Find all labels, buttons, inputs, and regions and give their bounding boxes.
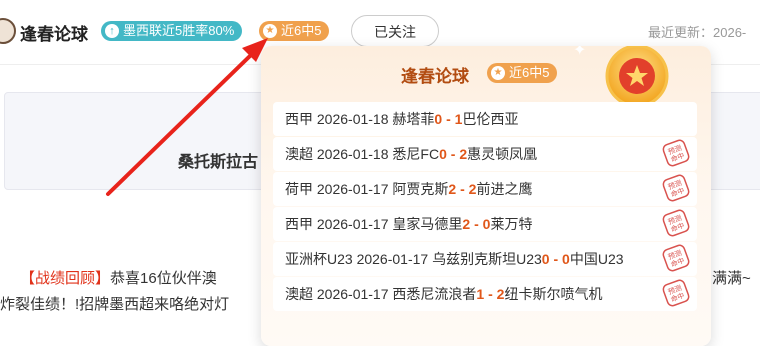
match-league: 亚洲杯U23	[285, 251, 353, 267]
recap-text-1: 恭喜16位伙伴澳	[110, 270, 217, 287]
avatar[interactable]	[0, 18, 16, 44]
match-home-team: 悉尼FC	[392, 146, 440, 162]
arrow-up-icon: ↑	[105, 24, 119, 38]
hit-stamp-icon: 预测命中	[662, 244, 690, 272]
match-home-score: 0	[541, 251, 550, 267]
match-away-team: 惠灵顿凤凰	[467, 146, 538, 162]
match-score-sep: -	[470, 216, 483, 232]
win-rate-text: 墨西联近5胜率80%	[123, 23, 235, 38]
recap-line-2: 炸裂佳绩！!招牌墨西超来咯绝对灯	[0, 296, 230, 313]
match-away-team: 中国U23	[569, 251, 624, 267]
hit-stamp-icon: 预测命中	[662, 279, 690, 307]
match-home-team: 赫塔菲	[392, 111, 435, 127]
match-row[interactable]: 澳超 2026-01-17 西悉尼流浪者1 - 2纽卡斯尔喷气机 预测 命中	[273, 277, 697, 311]
recent-record-text: 近6中5	[281, 23, 322, 38]
match-league: 西甲	[285, 111, 313, 127]
match-row[interactable]: 亚洲杯U23 2026-01-17 乌兹别克斯坦U230 - 0中国U23 预测命…	[273, 242, 697, 276]
popup-title: 逢春论球	[401, 67, 469, 86]
recap-line-1: 【战绩回顾】恭喜16位伙伴澳	[20, 266, 217, 291]
match-away-team: 巴伦西亚	[462, 111, 519, 127]
hit-stamp-icon: 预测命中	[662, 139, 690, 167]
recent-record-badge[interactable]: ★ 近6中5	[259, 21, 330, 41]
recap-label: 【战绩回顾】	[20, 270, 111, 287]
popup-recent-badge: ★ 近6中5	[487, 63, 558, 83]
match-row[interactable]: 荷甲 2026-01-17 阿贾克斯2 - 2前进之鹰 预测 命中	[273, 172, 697, 206]
match-away-team: 前进之鹰	[476, 181, 533, 197]
match-score-sep: -	[446, 146, 460, 162]
match-home-team: 皇家马德里	[392, 216, 463, 232]
match-league: 澳超	[285, 146, 313, 162]
last-update: 最近更新：2026-	[648, 25, 747, 40]
match-score-sep: -	[484, 286, 497, 302]
match-league: 澳超	[285, 286, 313, 302]
match-row[interactable]: 西甲 2026-01-17 皇家马德里2 - 0莱万特 预测 命中	[273, 207, 697, 241]
win-rate-badge: ↑ 墨西联近5胜率80%	[101, 21, 243, 41]
match-row[interactable]: 西甲 2026-01-18 赫塔菲0 - 1巴伦西亚	[273, 102, 697, 136]
match-league: 西甲	[285, 216, 313, 232]
follow-button[interactable]: 已关注	[351, 15, 439, 47]
article-title[interactable]: 桑托斯拉古	[178, 148, 258, 172]
match-score-sep: -	[442, 111, 455, 127]
author-name[interactable]: 逢春论球	[20, 20, 88, 45]
star-icon: ★	[491, 66, 505, 80]
match-row[interactable]: 澳超 2026-01-18 悉尼FC0 - 2惠灵顿凤凰 预测 命中	[273, 137, 697, 171]
match-home-score: 0	[439, 146, 447, 162]
hit-stamp-icon: 预测命中	[662, 174, 690, 202]
match-score-sep: -	[549, 251, 563, 267]
match-date: 2026-01-17	[316, 181, 389, 197]
match-score-sep: -	[456, 181, 469, 197]
star-icon: ★	[263, 24, 277, 38]
match-date: 2026-01-17	[316, 216, 389, 232]
record-popup: 逢春论球 ★ 近6中5 ✦ ✦ 西甲 2026-01-18 赫塔菲0 - 1巴伦…	[261, 46, 711, 346]
medal-icon	[605, 46, 669, 108]
sparkle-icon: ✦	[573, 46, 587, 59]
match-away-score: 2	[459, 146, 468, 162]
match-date: 2026-01-17	[356, 251, 429, 267]
match-date: 2026-01-18	[316, 146, 389, 162]
match-list: 西甲 2026-01-18 赫塔菲0 - 1巴伦西亚 澳超 2026-01-18 …	[273, 102, 697, 312]
match-date: 2026-01-17	[316, 286, 389, 302]
match-away-team: 纽卡斯尔喷气机	[504, 286, 603, 302]
match-away-score: 0	[562, 251, 570, 267]
match-home-team: 阿贾克斯	[392, 181, 449, 197]
match-date: 2026-01-18	[316, 111, 389, 127]
popup-badge-text: 近6中5	[509, 65, 550, 80]
match-home-team: 西悉尼流浪者	[392, 286, 477, 302]
recap-line-1-tail: 满满~	[712, 270, 751, 287]
match-home-team: 乌兹别克斯坦U23	[432, 251, 542, 267]
match-league: 荷甲	[285, 181, 313, 197]
hit-stamp-icon: 预测命中	[662, 209, 690, 237]
match-away-team: 莱万特	[490, 216, 533, 232]
